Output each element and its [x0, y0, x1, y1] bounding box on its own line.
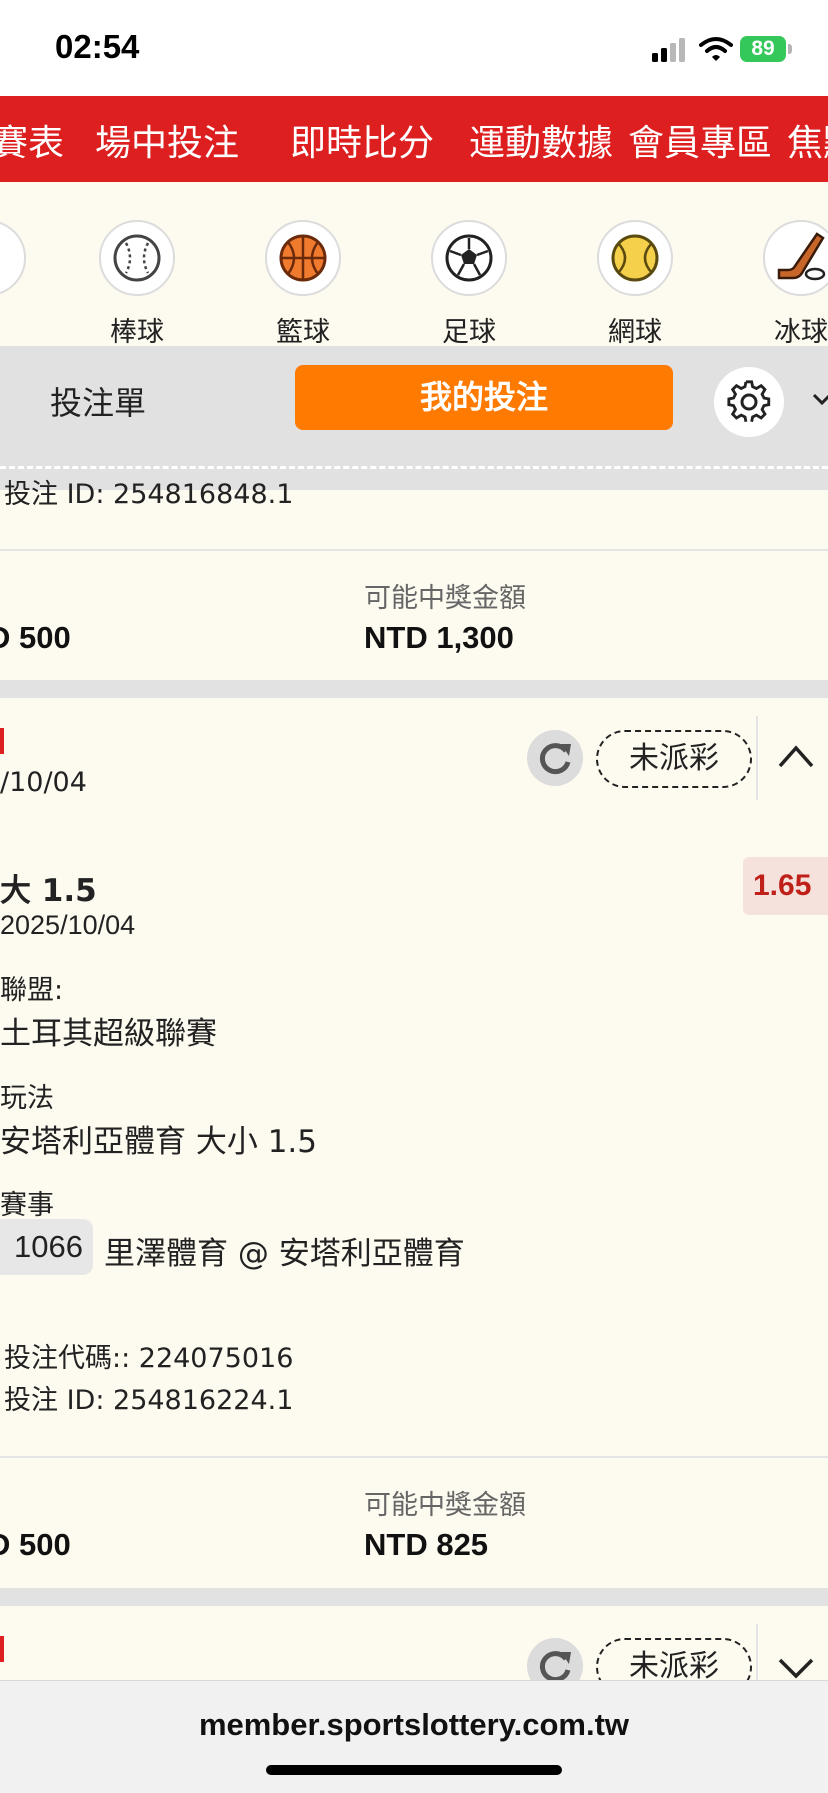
card-marker — [0, 728, 4, 754]
battery-icon: 89 — [740, 36, 786, 62]
gear-icon — [727, 380, 771, 423]
browser-url-bar: member.sportslottery.com.tw — [0, 1680, 828, 1793]
sport-label-basketball: 籃球 — [276, 317, 330, 346]
stake-amount: D 500 — [0, 1527, 71, 1562]
sport-tennis[interactable] — [597, 220, 673, 296]
tab-bet-slip[interactable]: 投注單 — [50, 378, 146, 424]
bet-code: 投注代碼:: 224075016 — [4, 1343, 294, 1374]
sport-soccer[interactable] — [431, 220, 507, 296]
card-marker — [0, 1636, 4, 1662]
payout-amount: NTD 825 — [364, 1527, 489, 1562]
odds-badge: 1.65 — [743, 857, 828, 915]
nav-item-live-scores[interactable]: 即時比分 — [290, 114, 434, 166]
tab-my-bets[interactable]: 我的投注 — [295, 365, 673, 430]
vertical-divider — [756, 1624, 758, 1680]
chevron-up-icon[interactable] — [776, 742, 816, 770]
refresh-icon — [539, 743, 571, 775]
league-name: 土耳其超級聯賽 — [0, 1016, 217, 1052]
sport-partial[interactable] — [0, 220, 26, 296]
sport-label-baseball: 棒球 — [110, 317, 164, 346]
card-separator — [0, 1588, 828, 1606]
settings-button[interactable] — [714, 367, 784, 437]
home-indicator[interactable] — [266, 1765, 562, 1775]
payout-label: 可能中獎金額 — [364, 583, 526, 614]
basketball-icon — [279, 234, 327, 282]
match-code-badge: 1066 — [0, 1219, 93, 1275]
url-text[interactable]: member.sportslottery.com.tw — [0, 1707, 828, 1743]
hockey-icon — [777, 232, 826, 281]
payout-amount: NTD 1,300 — [364, 620, 514, 655]
tennis-ball-icon — [611, 234, 659, 282]
sport-label-hockey: 冰球 — [774, 317, 828, 346]
refresh-button[interactable] — [527, 730, 583, 786]
nav-item-focus[interactable]: 焦點 — [787, 114, 828, 166]
chevron-down-icon[interactable] — [776, 1654, 816, 1682]
selection: 大 1.5 — [0, 873, 97, 909]
stake-amount: D 500 — [0, 620, 71, 655]
vertical-divider — [756, 716, 758, 800]
market-label: 玩法 — [0, 1083, 54, 1114]
battery-tip — [788, 44, 792, 54]
payout-label: 可能中獎金額 — [364, 1490, 526, 1521]
match-name: 里澤體育 @ 安塔利亞體育 — [104, 1236, 465, 1272]
baseball-icon — [113, 234, 161, 282]
divider — [0, 549, 828, 551]
status-bar: 02:54 89 — [0, 0, 828, 96]
sport-label-soccer: 足球 — [442, 317, 496, 346]
match-label: 賽事 — [0, 1190, 54, 1221]
wifi-icon — [699, 37, 733, 61]
nav-item-live-betting[interactable]: 場中投注 — [95, 114, 239, 166]
divider — [0, 1456, 828, 1458]
sport-hockey[interactable] — [763, 220, 828, 296]
sport-basketball[interactable] — [265, 220, 341, 296]
event-date: 2025/10/04 — [0, 910, 136, 940]
nav-item-sports-data[interactable]: 運動數據 — [469, 114, 613, 166]
dashed-separator — [0, 466, 828, 469]
league-label: 聯盟: — [0, 975, 64, 1006]
sports-selector: 棒球 籃球 足球 網球 冰球 — [0, 182, 828, 346]
sport-label-tennis: 網球 — [608, 317, 662, 346]
bet-tabs-bar: 投注單 我的投注 — [0, 346, 828, 490]
signal-icon — [652, 38, 685, 62]
chevron-down-icon[interactable] — [812, 390, 828, 410]
nav-item-schedule[interactable]: 賽表 — [0, 114, 64, 166]
bet-date-partial: /10/04 — [0, 767, 87, 798]
clock: 02:54 — [55, 28, 140, 65]
soccer-ball-icon — [445, 234, 493, 282]
market-name: 安塔利亞體育 大小 1.5 — [0, 1124, 318, 1160]
card-separator — [0, 680, 828, 698]
bet-id: 投注 ID: 254816224.1 — [4, 1385, 294, 1416]
nav-item-member[interactable]: 會員專區 — [628, 114, 772, 166]
bet-id-partial: 投注 ID: 254816848.1 — [4, 479, 294, 510]
top-nav: 賽表 場中投注 即時比分 運動數據 會員專區 焦點 — [0, 96, 828, 182]
sport-baseball[interactable] — [99, 220, 175, 296]
status-badge: 未派彩 — [596, 730, 752, 788]
